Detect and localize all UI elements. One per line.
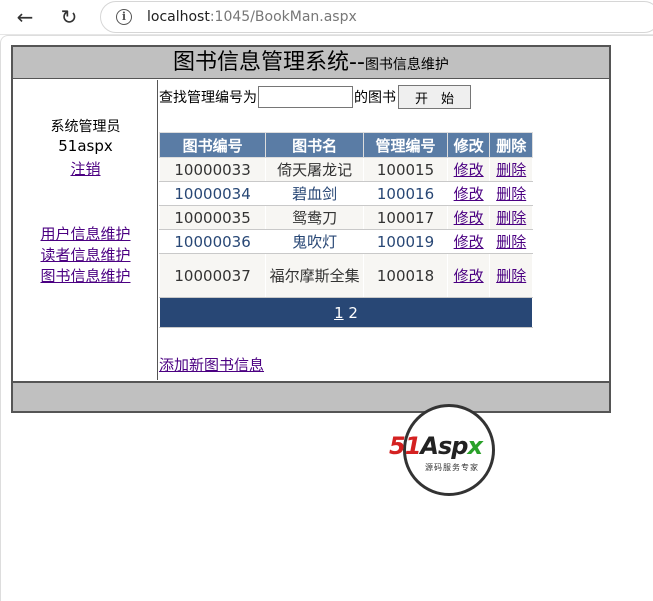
logo-51: 51 [389, 432, 421, 460]
back-arrow-icon[interactable]: ← [12, 4, 38, 30]
cell-book-name: 福尔摩斯全集 [265, 253, 365, 298]
page-content: 图书信息管理系统--图书信息维护 系统管理员 51aspx 注销 用户信息维护 … [0, 35, 653, 601]
address-bar[interactable]: i localhost:1045/BookMan.aspx [100, 1, 653, 33]
username: 51aspx [58, 137, 113, 155]
main-frame: 图书信息管理系统--图书信息维护 系统管理员 51aspx 注销 用户信息维护 … [11, 45, 611, 413]
logout-link[interactable]: 注销 [70, 160, 100, 178]
delete-link[interactable]: 删除 [496, 267, 526, 285]
column-header-book-name: 图书名 [265, 132, 365, 158]
search-prefix-label: 查找管理编号为 [159, 90, 257, 106]
search-suffix-label: 的图书 [354, 90, 396, 106]
url-path: :1045/BookMan.aspx [209, 9, 357, 25]
browser-toolbar: ← ↻ i localhost:1045/BookMan.aspx [0, 0, 653, 35]
logo-tagline: 源码服务专家 [425, 463, 479, 472]
column-header-manage-no: 管理编号 [363, 132, 448, 158]
edit-link[interactable]: 修改 [454, 267, 484, 285]
info-icon[interactable]: i [116, 9, 132, 25]
url-text[interactable]: localhost:1045/BookMan.aspx [147, 9, 357, 25]
add-book-link[interactable]: 添加新图书信息 [159, 356, 264, 374]
table-row: 10000036 鬼吹灯 100019 修改 删除 [158, 229, 533, 254]
cell-book-name: 鸳鸯刀 [265, 205, 365, 230]
column-header-edit: 修改 [446, 132, 491, 158]
cell-book-name: 倚天屠龙记 [265, 157, 365, 182]
reload-icon[interactable]: ↻ [56, 4, 82, 30]
edit-link[interactable]: 修改 [454, 161, 484, 179]
cell-book-id: 10000036 [158, 229, 267, 254]
sidebar-item-book-info[interactable]: 图书信息维护 [40, 267, 130, 285]
logo-a: A [420, 432, 439, 460]
pager-page-link[interactable]: 2 [348, 304, 358, 322]
cell-book-id: 10000033 [158, 157, 267, 182]
logo-x: x [467, 432, 483, 460]
url-host: localhost [147, 9, 210, 25]
pager-cell: 1 2 [159, 297, 533, 328]
51aspx-logo: 51Aspx 源码服务专家 [389, 404, 513, 496]
cell-manage-no: 100015 [363, 157, 448, 182]
column-header-delete: 删除 [489, 132, 533, 158]
cell-manage-no: 100019 [363, 229, 448, 254]
sidebar-item-user-info[interactable]: 用户信息维护 [40, 225, 130, 243]
page-title: 图书信息管理系统-- [173, 50, 365, 75]
cell-manage-no: 100016 [363, 181, 448, 206]
edit-link[interactable]: 修改 [454, 209, 484, 227]
search-input[interactable] [258, 86, 353, 108]
edit-link[interactable]: 修改 [454, 233, 484, 251]
column-header-book-id: 图书编号 [158, 132, 267, 158]
pager-row: 1 2 [159, 297, 533, 328]
cell-manage-no: 100017 [363, 205, 448, 230]
cell-manage-no: 100018 [363, 253, 448, 298]
logo-wordmark: 51Aspx [389, 432, 513, 460]
logo-sp: sp [437, 432, 468, 460]
start-search-button[interactable]: 开 始 [398, 85, 471, 109]
delete-link[interactable]: 删除 [496, 185, 526, 203]
cell-book-id: 10000037 [158, 253, 267, 298]
book-table: 图书编号 图书名 管理编号 修改 删除 10000033 倚天屠龙记 10001… [158, 132, 533, 328]
page-subtitle: 图书信息维护 [364, 57, 449, 73]
table-header-row: 图书编号 图书名 管理编号 修改 删除 [158, 132, 533, 158]
delete-link[interactable]: 删除 [496, 233, 526, 251]
content-area: 查找管理编号为 的图书 开 始 图书编号 图书名 管理编号 修改 删除 1000… [158, 80, 609, 380]
user-role: 系统管理员 [50, 119, 121, 135]
table-row: 10000034 碧血剑 100016 修改 删除 [158, 181, 533, 206]
cell-book-id: 10000035 [158, 205, 267, 230]
pager-current-page: 1 [334, 303, 344, 322]
sidebar-item-reader-info[interactable]: 读者信息维护 [40, 246, 130, 264]
search-row: 查找管理编号为 的图书 开 始 [159, 85, 471, 109]
table-row: 10000033 倚天屠龙记 100015 修改 删除 [158, 157, 533, 182]
page-header: 图书信息管理系统--图书信息维护 [13, 47, 609, 79]
cell-book-name: 碧血剑 [265, 181, 365, 206]
cell-book-name: 鬼吹灯 [265, 229, 365, 254]
delete-link[interactable]: 删除 [496, 161, 526, 179]
edit-link[interactable]: 修改 [454, 185, 484, 203]
table-row: 10000035 鸳鸯刀 100017 修改 删除 [158, 205, 533, 230]
page-footer [13, 381, 609, 411]
cell-book-id: 10000034 [158, 181, 267, 206]
table-row: 10000037 福尔摩斯全集 100018 修改 删除 [158, 253, 533, 298]
sidebar: 系统管理员 51aspx 注销 用户信息维护 读者信息维护 图书信息维护 [13, 80, 158, 380]
delete-link[interactable]: 删除 [496, 209, 526, 227]
